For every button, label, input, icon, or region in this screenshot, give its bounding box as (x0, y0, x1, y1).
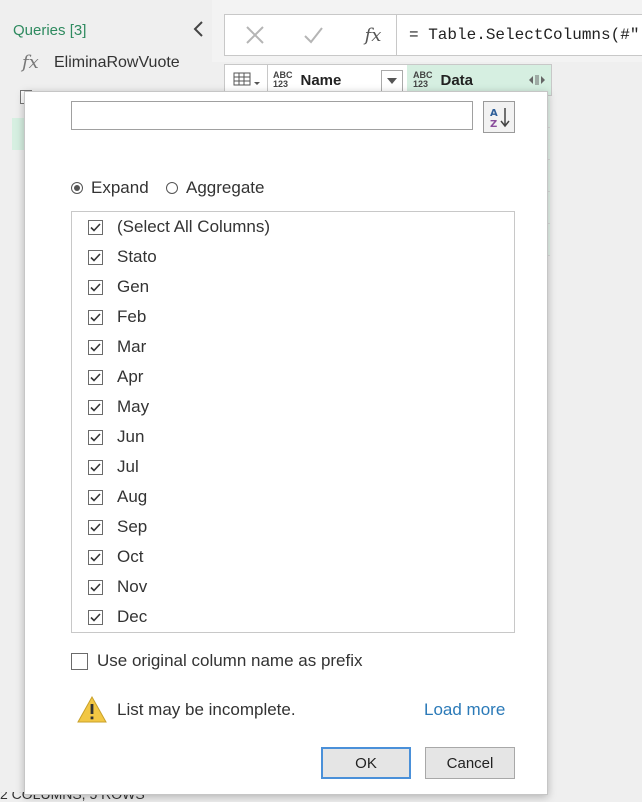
formula-bar: fx = Table.SelectColumns(#" (212, 0, 642, 62)
column-list-item[interactable]: Stato (72, 242, 514, 272)
column-list-item[interactable]: Dec (72, 602, 514, 632)
column-list-item[interactable]: Jun (72, 422, 514, 452)
column-checkbox[interactable] (88, 549, 103, 565)
query-item[interactable]: fx EliminaRowVuote (22, 52, 180, 73)
radio-aggregate[interactable] (166, 182, 178, 194)
column-checkbox[interactable] (88, 489, 103, 505)
column-checkbox[interactable] (88, 309, 103, 325)
column-label: Jul (117, 457, 139, 476)
prefix-option[interactable]: Use original column name as prefix (71, 651, 363, 671)
column-list-item[interactable]: (Select All Columns) (72, 212, 514, 242)
warning-icon (77, 696, 107, 723)
aggregate-option[interactable]: Aggregate (166, 178, 264, 198)
cancel-button[interactable]: Cancel (425, 747, 515, 779)
radio-expand[interactable] (71, 182, 83, 194)
column-checkbox[interactable] (88, 519, 103, 535)
column-checkbox[interactable] (88, 339, 103, 355)
column-checkbox[interactable] (88, 279, 103, 295)
search-columns-input[interactable] (71, 101, 473, 130)
column-list-item[interactable]: Aug (72, 482, 514, 512)
column-label: Aug (117, 487, 148, 506)
dropdown-icon[interactable] (381, 70, 403, 92)
column-name-label: Name (300, 71, 342, 89)
type-badge: ABC 123 (273, 70, 293, 89)
svg-text:A: A (490, 108, 498, 119)
column-checkbox[interactable] (88, 249, 103, 265)
chevron-left-icon[interactable] (190, 18, 208, 40)
checkmark-icon[interactable] (299, 23, 327, 47)
fx-icon: fx (22, 52, 39, 73)
column-label: May (117, 397, 150, 416)
column-label: Dec (117, 607, 148, 626)
type-badge: ABC 123 (413, 70, 433, 89)
column-label: Oct (117, 547, 144, 566)
column-label: Apr (117, 367, 144, 386)
formula-input[interactable]: = Table.SelectColumns(#" (396, 14, 642, 56)
column-list-item[interactable]: Sep (72, 512, 514, 542)
sort-az-icon[interactable]: A Z (483, 101, 515, 133)
column-label: Gen (117, 277, 150, 296)
warning-text: List may be incomplete. (117, 699, 296, 719)
expand-option[interactable]: Expand (71, 178, 149, 198)
column-checkbox[interactable] (88, 219, 103, 235)
column-list-item[interactable]: Oct (72, 542, 514, 572)
column-checkbox[interactable] (88, 369, 103, 385)
queries-title: Queries [3] (13, 22, 87, 39)
svg-text:Z: Z (490, 119, 497, 129)
column-label: Jun (117, 427, 145, 446)
expand-icon[interactable] (525, 70, 549, 90)
column-list-item[interactable]: Nov (72, 572, 514, 602)
column-checkbox[interactable] (88, 579, 103, 595)
column-label: Stato (117, 247, 157, 266)
column-list-item[interactable]: Jul (72, 452, 514, 482)
column-list-item[interactable]: Apr (72, 362, 514, 392)
column-label: Nov (117, 577, 148, 596)
prefix-checkbox[interactable] (71, 652, 88, 670)
column-checkbox[interactable] (88, 429, 103, 445)
column-list-item[interactable]: Gen (72, 272, 514, 302)
column-list-item[interactable]: May (72, 392, 514, 422)
formula-buttons: fx (224, 14, 402, 56)
column-checkbox[interactable] (88, 609, 103, 625)
column-label: (Select All Columns) (117, 217, 271, 236)
column-label: Mar (117, 337, 147, 356)
column-list-item[interactable]: Mar (72, 332, 514, 362)
ok-button[interactable]: OK (321, 747, 411, 779)
column-data-label: Data (440, 71, 474, 89)
x-icon[interactable] (241, 23, 269, 47)
aggregate-label: Aggregate (186, 178, 265, 197)
column-checklist[interactable]: (Select All Columns) Stato Gen Feb Mar Apr May… (71, 211, 515, 633)
fx-button[interactable]: fx (359, 23, 387, 47)
column-list-item[interactable]: Feb (72, 302, 514, 332)
query-item-label: EliminaRowVuote (54, 53, 180, 71)
column-label: Feb (117, 307, 147, 326)
warning-row: List may be incomplete. (77, 696, 296, 723)
column-label: Sep (117, 517, 148, 536)
expand-column-popup: A Z Expand Aggregate (Select All Columns… (24, 91, 548, 795)
load-more-link[interactable]: Load more (424, 700, 505, 720)
column-checkbox[interactable] (88, 399, 103, 415)
prefix-label: Use original column name as prefix (97, 651, 363, 670)
column-checkbox[interactable] (88, 459, 103, 475)
expand-label: Expand (91, 178, 149, 197)
